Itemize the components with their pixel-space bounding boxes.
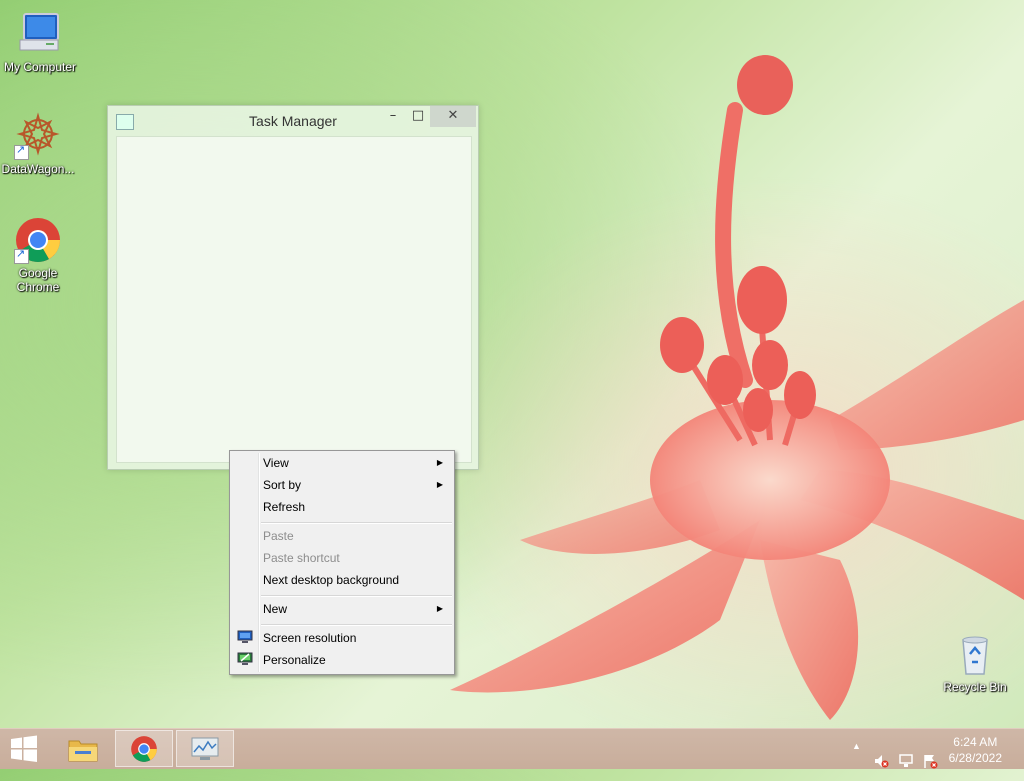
desktop-context-menu: View ▶ Sort by ▶ Refresh Paste Paste sho… xyxy=(229,450,455,675)
action-center-icon[interactable] xyxy=(922,741,938,781)
menu-item-label: Sort by xyxy=(263,478,302,492)
desktop-icon-datawagon[interactable]: DataWagon... xyxy=(0,112,78,176)
start-button[interactable] xyxy=(0,730,48,767)
system-clock[interactable]: 6:24 AM 6/28/2022 xyxy=(949,734,1002,766)
shortcut-arrow-icon xyxy=(14,247,29,264)
taskbar-file-explorer[interactable] xyxy=(55,730,113,767)
menu-item-label: Screen resolution xyxy=(263,631,357,645)
shortcut-arrow-icon xyxy=(14,143,29,160)
menu-item-label: New xyxy=(263,602,288,616)
submenu-arrow-icon: ▶ xyxy=(436,604,443,613)
menu-item-personalize[interactable]: Personalize xyxy=(232,649,452,671)
computer-icon xyxy=(19,13,59,51)
taskbar-task-manager[interactable] xyxy=(176,730,234,767)
submenu-arrow-icon: ▶ xyxy=(436,480,443,489)
windows-logo-icon xyxy=(11,735,37,762)
chrome-icon xyxy=(131,736,157,762)
folder-icon xyxy=(68,740,98,762)
desktop-icon-label: Recycle Bin xyxy=(943,680,1007,694)
clock-time: 6:24 AM xyxy=(953,735,998,749)
recycle-bin-icon xyxy=(962,636,988,675)
personalize-icon xyxy=(237,652,253,665)
menu-item-new[interactable]: New ▶ xyxy=(232,598,452,620)
display-icon xyxy=(237,630,253,643)
submenu-arrow-icon: ▶ xyxy=(436,458,443,467)
menu-item-paste-shortcut[interactable]: Paste shortcut xyxy=(232,547,452,569)
volume-muted-icon[interactable] xyxy=(873,741,889,781)
network-icon[interactable] xyxy=(898,741,914,781)
menu-separator xyxy=(261,595,452,597)
desktop-icon-label: DataWagon... xyxy=(1,162,75,176)
window-titlebar[interactable]: Task Manager – □ ✕ xyxy=(108,106,478,136)
clock-date: 6/28/2022 xyxy=(948,751,1002,765)
close-button[interactable]: ✕ xyxy=(430,106,476,127)
task-manager-window[interactable]: Task Manager – □ ✕ xyxy=(107,105,479,470)
menu-separator xyxy=(261,522,452,524)
menu-item-paste[interactable]: Paste xyxy=(232,525,452,547)
taskbar-chrome[interactable] xyxy=(115,730,173,767)
menu-item-next-desktop-background[interactable]: Next desktop background xyxy=(232,569,452,591)
menu-item-refresh[interactable]: Refresh xyxy=(232,496,452,518)
menu-item-label: Next desktop background xyxy=(263,573,400,587)
desktop-icon-google-chrome[interactable]: Google Chrome xyxy=(0,216,78,294)
show-hidden-icons-button[interactable]: ▲ xyxy=(852,741,861,781)
minimize-button[interactable]: – xyxy=(381,106,405,127)
menu-item-label: Personalize xyxy=(263,653,326,667)
menu-item-view[interactable]: View ▶ xyxy=(232,452,452,474)
menu-item-screen-resolution[interactable]: Screen resolution xyxy=(232,627,452,649)
desktop-icon-recycle-bin[interactable]: Recycle Bin xyxy=(935,630,1015,694)
menu-item-label: Refresh xyxy=(263,500,306,514)
menu-separator xyxy=(261,624,452,626)
taskbar: ▲ 6:24 AM 6/28/2022 xyxy=(0,728,1024,769)
menu-item-label: View xyxy=(263,456,289,470)
desktop-icon-label: Google Chrome xyxy=(16,266,60,294)
desktop-icon-label: My Computer xyxy=(3,60,77,74)
menu-item-label: Paste xyxy=(263,529,294,543)
task-manager-icon xyxy=(191,737,219,760)
maximize-button[interactable]: □ xyxy=(406,106,430,127)
desktop-icon-my-computer[interactable]: My Computer xyxy=(0,10,80,74)
menu-item-label: Paste shortcut xyxy=(263,551,340,565)
window-client-area xyxy=(116,136,472,463)
menu-item-sort-by[interactable]: Sort by ▶ xyxy=(232,474,452,496)
